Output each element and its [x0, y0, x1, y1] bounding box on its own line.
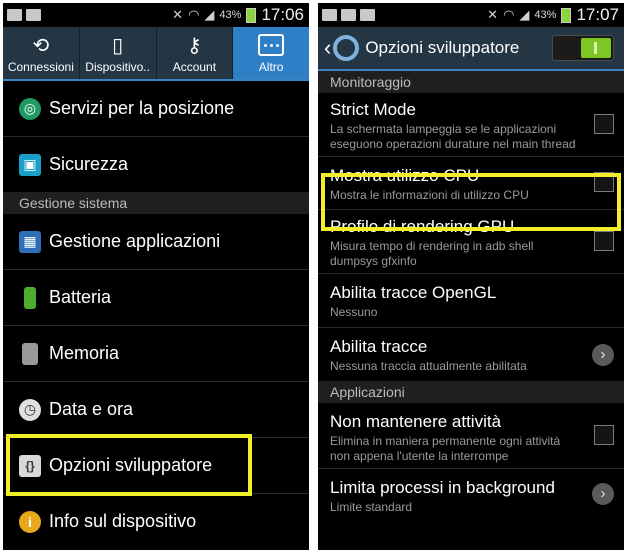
tab-dispositivo[interactable]: ▯ Dispositivo..	[80, 27, 157, 79]
signal-icon: ◢	[519, 7, 530, 22]
list-item-label: Info sul dispositivo	[49, 511, 197, 531]
item-subtitle: La schermata lampeggia se le applicazion…	[330, 122, 576, 151]
list-item-label: Opzioni sviluppatore	[49, 455, 213, 475]
mute-icon: ✕	[172, 7, 184, 22]
developer-options-list: Monitoraggio Strict Mode La schermata la…	[318, 71, 624, 550]
settings-list: ◎ Servizi per la posizione ▣ Sicurezza G…	[3, 81, 309, 550]
list-item-mostra-utilizzo-cpu[interactable]: Mostra utilizzo CPU Mostra le informazio…	[318, 157, 624, 210]
clock-icon: ◷	[19, 398, 41, 421]
wifi-icon: ◠	[188, 7, 200, 22]
tab-label: Altro	[258, 60, 284, 74]
clock-time: 17:06	[261, 5, 304, 24]
chevron-right-icon: ›	[592, 343, 614, 366]
battery-icon	[246, 7, 257, 23]
item-title: Abilita tracce	[330, 337, 428, 356]
gear-icon	[333, 35, 360, 61]
item-title: Strict Mode	[330, 100, 416, 119]
item-title: Abilita tracce OpenGL	[330, 283, 497, 302]
wifi-icon: ◠	[503, 7, 515, 22]
list-item-gestione-applicazioni[interactable]: ▦ Gestione applicazioni	[3, 214, 309, 270]
connections-icon: ⟲	[32, 35, 50, 57]
list-item-label: Data e ora	[49, 399, 134, 419]
chevron-right-icon: ›	[592, 483, 614, 505]
settings-tabs: ⟲ Connessioni ▯ Dispositivo.. ⚷ Account …	[3, 27, 309, 81]
back-chevron-icon[interactable]: ‹	[318, 35, 333, 61]
tab-label: Dispositivo..	[85, 60, 150, 74]
section-header: Monitoraggio	[318, 71, 624, 93]
checkbox[interactable]	[594, 113, 614, 134]
item-subtitle: Nessuno	[330, 305, 378, 319]
settings-screen: ✕ ◠ ◢ 43% 17:06 ⟲ Connessioni ▯ Disposit…	[3, 3, 309, 550]
list-item-strict-mode[interactable]: Strict Mode La schermata lampeggia se le…	[318, 93, 624, 157]
battery-icon	[561, 7, 572, 23]
list-item-sicurezza[interactable]: ▣ Sicurezza	[3, 137, 309, 192]
lock-icon: ▣	[19, 153, 41, 176]
section-header: Gestione sistema	[3, 192, 309, 214]
battery-percent: 43%	[534, 9, 557, 21]
list-item-data-ora[interactable]: ◷ Data e ora	[3, 382, 309, 438]
tab-label: Connessioni	[7, 60, 74, 74]
apps-grid-icon: ▦	[19, 230, 41, 253]
list-item-profilo-rendering-gpu[interactable]: Profilo di rendering GPU Misura tempo di…	[318, 210, 624, 274]
item-subtitle: Misura tempo di rendering in adb shell d…	[330, 239, 534, 268]
item-subtitle: Mostra le informazioni di utilizzo CPU	[330, 188, 529, 202]
action-bar: ‹ Opzioni sviluppatore	[318, 27, 624, 71]
key-icon: ⚷	[187, 35, 202, 57]
braces-icon: {}	[19, 454, 41, 477]
item-title: Non mantenere attività	[330, 412, 502, 431]
list-item-label: Servizi per la posizione	[49, 98, 235, 118]
notification-icon	[360, 9, 375, 21]
status-bar: ✕ ◠ ◢ 43% 17:07	[318, 3, 624, 27]
tab-label: Account	[172, 60, 217, 74]
developer-options-screen: ✕ ◠ ◢ 43% 17:07 ‹ Opzioni sviluppatore M…	[318, 3, 624, 550]
notification-icon	[26, 9, 41, 21]
sd-card-icon	[22, 342, 38, 365]
list-item-servizi-posizione[interactable]: ◎ Servizi per la posizione	[3, 81, 309, 137]
list-item-label: Gestione applicazioni	[49, 231, 221, 251]
mail-icon	[7, 9, 22, 21]
list-item-abilita-tracce-opengl[interactable]: Abilita tracce OpenGL Nessuno	[318, 274, 624, 328]
list-item-non-mantenere-attivita[interactable]: Non mantenere attività Elimina in manier…	[318, 403, 624, 469]
developer-options-toggle[interactable]	[552, 35, 614, 61]
item-subtitle: Nessuna traccia attualmente abilitata	[330, 359, 527, 373]
tab-altro[interactable]: Altro	[233, 27, 309, 79]
signal-icon: ◢	[204, 7, 215, 22]
list-item-opzioni-sviluppatore[interactable]: {} Opzioni sviluppatore	[3, 438, 309, 494]
list-item-memoria[interactable]: Memoria	[3, 326, 309, 382]
tab-connessioni[interactable]: ⟲ Connessioni	[3, 27, 80, 79]
mute-icon: ✕	[487, 7, 499, 22]
clock-time: 17:07	[576, 5, 619, 24]
page-title: Opzioni sviluppatore	[365, 38, 520, 57]
device-icon: ▯	[112, 35, 124, 57]
list-item-abilita-tracce[interactable]: Abilita tracce Nessuna traccia attualmen…	[318, 328, 624, 381]
location-icon: ◎	[19, 97, 41, 120]
list-item-label: Batteria	[49, 287, 112, 307]
checkbox[interactable]	[594, 172, 614, 192]
list-item-label: Memoria	[49, 343, 120, 363]
battery-percent: 43%	[219, 9, 242, 21]
list-item-batteria[interactable]: Batteria	[3, 270, 309, 326]
checkbox[interactable]	[594, 230, 614, 251]
checkbox[interactable]	[594, 424, 614, 445]
item-title: Profilo di rendering GPU	[330, 217, 515, 236]
mail-icon	[341, 9, 356, 21]
item-title: Limita processi in background	[330, 478, 555, 497]
list-item-info-dispositivo[interactable]: i Info sul dispositivo	[3, 494, 309, 549]
item-title: Mostra utilizzo CPU	[330, 166, 480, 185]
tab-account[interactable]: ⚷ Account	[157, 27, 234, 79]
list-item-label: Sicurezza	[49, 154, 129, 174]
battery-icon	[24, 286, 36, 309]
section-header: Applicazioni	[318, 381, 624, 403]
item-subtitle: Limite standard	[330, 500, 413, 514]
info-icon: i	[19, 510, 41, 533]
more-icon	[258, 34, 285, 56]
status-bar: ✕ ◠ ◢ 43% 17:06	[3, 3, 309, 27]
list-item-limita-processi-background[interactable]: Limita processi in background Limite sta…	[318, 469, 624, 519]
item-subtitle: Elimina in maniera permanente ogni attiv…	[330, 434, 561, 463]
image-icon	[322, 9, 337, 21]
